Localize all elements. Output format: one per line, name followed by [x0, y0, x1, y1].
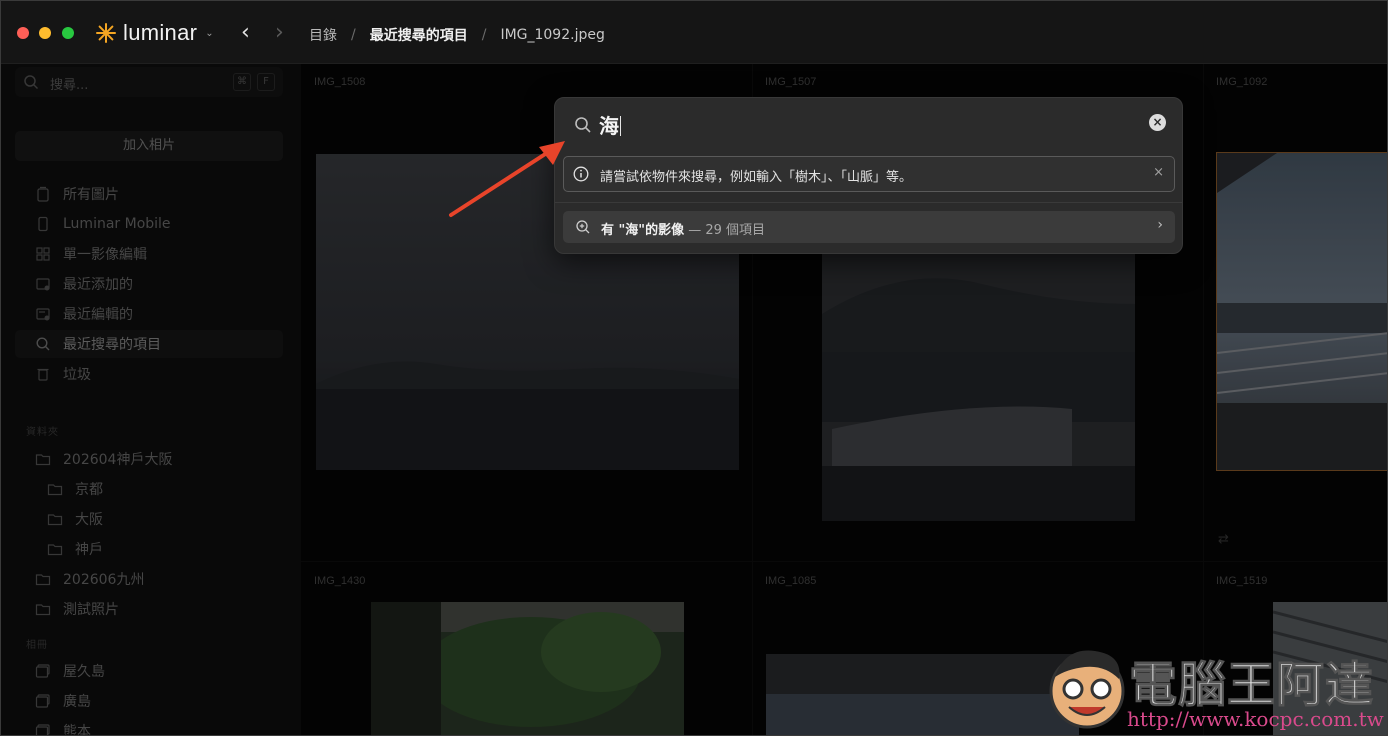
text-caret	[620, 116, 621, 136]
watermark: 電腦王阿達 http://www.kocpc.com.tw	[1041, 633, 1387, 735]
search-popover: 海 × 請嘗試依物件來搜尋，例如輸入「樹木」、「山脈」等。 × 有 "海"的影像…	[554, 97, 1183, 254]
search-icon	[575, 117, 591, 133]
minimize-window-button[interactable]	[39, 27, 51, 39]
clear-search-button[interactable]: ×	[1149, 114, 1166, 131]
breadcrumb: 目錄 / 最近搜尋的項目 / IMG_1092.jpeg	[309, 25, 605, 45]
chevron-right-icon: ›	[1157, 217, 1163, 233]
app-window: luminar ⌄ ‹ › 目錄 / 最近搜尋的項目 / IMG_1092.jp…	[0, 0, 1388, 736]
breadcrumb-separator: /	[481, 27, 487, 43]
app-menu[interactable]: luminar ⌄	[95, 19, 214, 47]
dismiss-hint-button[interactable]: ×	[1153, 165, 1164, 180]
search-hint-text: 請嘗試依物件來搜尋，例如輸入「樹木」、「山脈」等。	[600, 170, 913, 185]
search-query-input[interactable]: 海	[599, 110, 621, 139]
search-result-row[interactable]: 有 "海"的影像 — 29 個項目 ›	[563, 211, 1175, 243]
search-hint-banner: 請嘗試依物件來搜尋，例如輸入「樹木」、「山脈」等。 ×	[563, 156, 1175, 192]
zoom-window-button[interactable]	[62, 27, 74, 39]
watermark-url: http://www.kocpc.com.tw	[1127, 707, 1384, 731]
search-result-count: — 29 個項目	[684, 223, 766, 238]
chevron-down-icon: ⌄	[205, 27, 214, 39]
app-name: luminar	[123, 20, 198, 45]
forward-button[interactable]: ›	[275, 19, 284, 47]
watermark-title: 電腦王阿達	[1128, 657, 1375, 714]
search-query-text: 海	[599, 114, 619, 138]
breadcrumb-recent-searches[interactable]: 最近搜尋的項目	[370, 25, 468, 45]
search-result-label: 有 "海"的影像 — 29 個項目	[601, 219, 765, 238]
close-window-button[interactable]	[17, 27, 29, 39]
divider	[555, 202, 1182, 203]
back-button[interactable]: ‹	[241, 19, 250, 47]
mascot-logo	[1049, 650, 1125, 729]
zoom-search-icon	[576, 220, 590, 234]
info-icon	[573, 166, 589, 182]
title-bar: luminar ⌄ ‹ › 目錄 / 最近搜尋的項目 / IMG_1092.jp…	[1, 1, 1387, 64]
search-result-title: 有 "海"的影像	[601, 223, 685, 238]
breadcrumb-separator: /	[351, 27, 356, 43]
annotation-arrow	[449, 141, 565, 217]
breadcrumb-catalog[interactable]: 目錄	[309, 25, 337, 45]
breadcrumb-file: IMG_1092.jpeg	[500, 27, 605, 43]
luminar-logo-icon	[96, 23, 116, 43]
